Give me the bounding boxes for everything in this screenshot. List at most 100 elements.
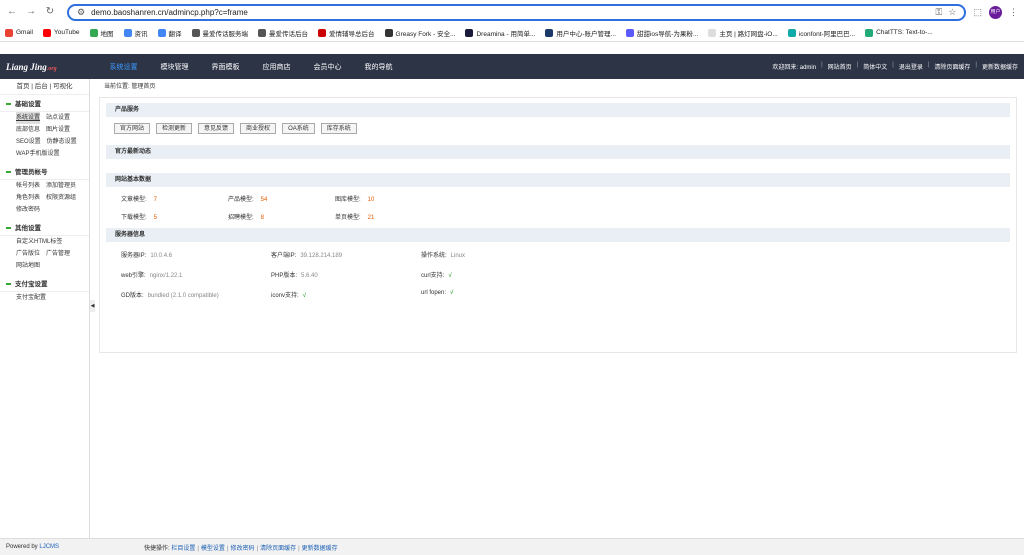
bookmark-item[interactable]: Dreamina - 用简单...	[465, 28, 535, 38]
quick-link[interactable]: 栏目设置	[171, 546, 195, 552]
sidebar-link[interactable]: 修改密码	[16, 204, 40, 216]
reload-icon[interactable]: ↻	[44, 6, 56, 18]
sidebar-row: 角色列表 权限资源组	[0, 192, 89, 204]
sidebar-group-title[interactable]: 基础设置	[0, 97, 89, 112]
bookmark-item[interactable]: 曼爱传话后台	[258, 28, 308, 38]
sidebar-link[interactable]: 支付宝配置	[16, 292, 46, 304]
bookmark-item[interactable]: 主页 | 路灯网盘-iO...	[708, 28, 778, 38]
bookmark-item[interactable]: Gmail	[5, 28, 33, 37]
top-link[interactable]: 网站首页	[828, 62, 852, 71]
bookmark-item[interactable]: 资讯	[123, 28, 148, 38]
product-button[interactable]: 检测更新	[156, 123, 193, 134]
sidebar-link[interactable]: 自定义HTML标签	[16, 236, 62, 248]
sidebar-group-title[interactable]: 管理员帐号	[0, 165, 89, 180]
sidebar-link[interactable]: 站点设置	[46, 112, 70, 124]
server-value: √	[448, 273, 452, 279]
star-icon[interactable]: ☆	[948, 7, 956, 18]
nav-item[interactable]: 界面模板	[200, 62, 251, 72]
stat-value: 5	[153, 215, 158, 221]
separator: |	[975, 62, 977, 68]
product-button[interactable]: 意见反馈	[198, 123, 235, 134]
bookmark-item[interactable]: Greasy Fork - 安全...	[384, 28, 455, 38]
address-bar[interactable]: ⚙ demo.baoshanren.cn/admincp.php?c=frame…	[67, 3, 967, 21]
product-button[interactable]: 商业授权	[240, 123, 277, 134]
sidebar-link[interactable]: 权限资源组	[46, 192, 76, 204]
separator: |	[892, 62, 894, 68]
site-info-icon[interactable]: ⚙	[77, 7, 85, 18]
sidebar-link[interactable]: 广告管理	[46, 248, 70, 260]
quick-link[interactable]: 修改密码	[231, 546, 255, 552]
extensions-icon[interactable]: ⬚	[973, 7, 982, 18]
nav-item[interactable]: 会员中心	[302, 62, 353, 72]
bookmark-item[interactable]: 甜甜ios导航-为果粉...	[625, 28, 698, 38]
bookmark-item[interactable]: 爱情辅导总后台	[318, 28, 375, 38]
url-text: demo.baoshanren.cn/admincp.php?c=frame	[91, 7, 248, 17]
product-button[interactable]: OA系统	[282, 123, 315, 134]
section-server-title: 服务器信息	[106, 228, 1010, 242]
menu-icon[interactable]: ⋮	[1009, 7, 1018, 18]
server-label: 服务器IP:	[121, 253, 147, 259]
server-item: 操作系统: Linux	[421, 250, 571, 259]
brand-link[interactable]: LJCMS	[39, 544, 59, 550]
sidebar-link[interactable]: 添加管理员	[46, 180, 76, 192]
stat-value: 21	[367, 215, 375, 221]
back-icon[interactable]: ←	[6, 6, 18, 18]
quick-link[interactable]: 模型设置	[201, 546, 225, 552]
bookmark-label: Dreamina - 用简单...	[476, 30, 536, 38]
server-label: 操作系统:	[421, 253, 447, 259]
nav-item[interactable]: 应用商店	[251, 62, 302, 72]
bookmark-favicon-icon	[865, 28, 874, 37]
sidebar-row: 底部信息 图片设置	[0, 124, 89, 136]
bookmark-favicon-icon	[465, 28, 474, 37]
key-icon[interactable]: ⚿	[936, 7, 943, 18]
bookmark-favicon-icon	[157, 28, 166, 37]
quick-link[interactable]: 更新数据缓存	[302, 546, 338, 552]
server-item: 服务器IP: 10.0.4.6	[121, 250, 271, 259]
bookmark-item[interactable]: iconfont-阿里巴巴...	[787, 28, 856, 38]
bookmark-item[interactable]: 翻译	[157, 28, 182, 38]
product-button[interactable]: 库存系统	[320, 123, 357, 134]
sidebar-link[interactable]: 广告版位	[16, 248, 40, 260]
bookmark-item[interactable]: 地图	[89, 28, 114, 38]
server-label: PHP版本:	[271, 273, 298, 279]
sidebar-group-title[interactable]: 支付宝设置	[0, 277, 89, 292]
top-link[interactable]: 退出登录	[899, 62, 923, 71]
top-link[interactable]: 更新数据缓存	[982, 62, 1018, 71]
top-link[interactable]: 简体中文	[863, 62, 887, 71]
nav-item[interactable]: 我的导航	[353, 62, 404, 72]
avatar[interactable]: 用户	[989, 5, 1002, 19]
quick-link[interactable]: 清除页面缓存	[260, 546, 296, 552]
bookmark-label: YouTube	[53, 29, 80, 36]
collapse-icon	[6, 171, 11, 173]
sidebar-link[interactable]: 系统设置	[16, 112, 41, 124]
sidebar-head[interactable]: 首页 | 后台 | 可视化	[0, 79, 89, 95]
forward-icon[interactable]: →	[25, 6, 37, 18]
server-info: 服务器IP: 10.0.4.6 客户端IP: 39.128.214.189 操作系统: L…	[100, 242, 1016, 299]
server-label: 客户端IP:	[271, 253, 297, 259]
sidebar-link[interactable]: 图片设置	[46, 124, 70, 136]
bookmark-favicon-icon	[384, 28, 393, 37]
sidebar-link[interactable]: 底部信息	[16, 124, 40, 136]
nav-item[interactable]: 模块管理	[149, 62, 200, 72]
sidebar-link[interactable]: SEO设置	[16, 136, 41, 148]
nav-item[interactable]: 系统设置	[98, 62, 149, 72]
group-label: 基础设置	[15, 100, 41, 108]
bookmark-item[interactable]: ChatTTS: Text-to-...	[865, 28, 933, 37]
top-links: 欢迎回来: admin | 网站首页 | 简体中文 | 退出登录 | 清除页面缓存 | 更新数据缓存	[772, 62, 1024, 71]
bookmark-item[interactable]: 用户中心-账户管理...	[545, 28, 616, 38]
sidebar-group-title[interactable]: 其他设置	[0, 221, 89, 236]
bookmark-label: 用户中心-账户管理...	[556, 30, 616, 38]
product-button[interactable]: 官方网站	[114, 123, 151, 134]
bookmark-item[interactable]: 曼爱传话服务端	[191, 28, 248, 38]
welcome-text: 欢迎回来: admin	[772, 65, 817, 71]
bookmark-label: iconfont-阿里巴巴...	[798, 30, 856, 38]
sidebar-link[interactable]: 角色列表	[16, 192, 40, 204]
sidebar-link[interactable]: 帐号列表	[16, 180, 40, 192]
sidebar-link[interactable]: WAP手机版设置	[16, 148, 59, 160]
bookmark-favicon-icon	[42, 28, 51, 37]
powered-by: Powered by LJCMS	[6, 544, 60, 550]
top-link[interactable]: 清除页面缓存	[934, 62, 970, 71]
bookmark-item[interactable]: YouTube	[42, 28, 80, 37]
sidebar-link[interactable]: 伪静态设置	[47, 136, 77, 148]
sidebar-link[interactable]: 网站地图	[16, 260, 40, 272]
